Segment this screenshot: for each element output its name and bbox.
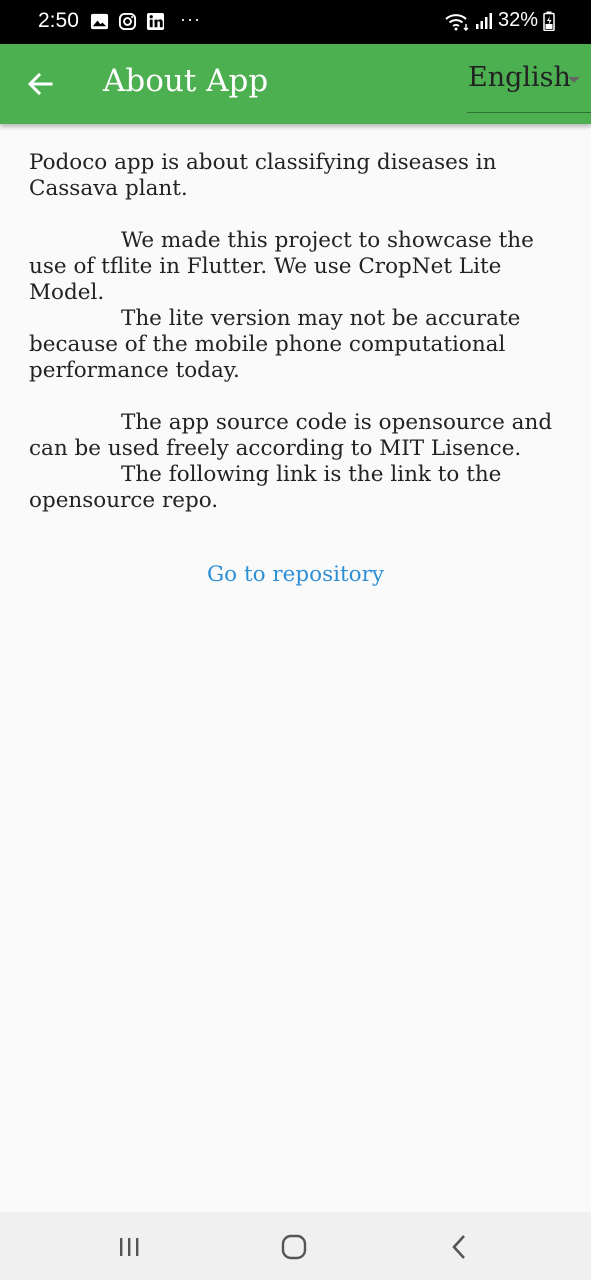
project-paragraph: We made this project to showcase the use… [29, 228, 569, 306]
signal-icon [475, 12, 492, 29]
battery-percent: 32% [497, 9, 538, 31]
license-text: The app source code is opensource and ca… [29, 410, 553, 461]
status-bar: 2:50 ··· 32% [0, 0, 591, 44]
linkedin-icon [146, 12, 165, 31]
link-intro-paragraph: The following link is the link to the op… [29, 462, 569, 514]
system-back-button[interactable] [440, 1232, 480, 1262]
navigation-bar [0, 1212, 591, 1280]
language-dropdown[interactable]: English [467, 58, 591, 113]
dropdown-caret-icon [568, 77, 580, 83]
recents-icon [120, 1238, 139, 1256]
page-title: About App [103, 63, 269, 99]
home-icon [281, 1234, 307, 1260]
system-status: 32% [444, 9, 555, 32]
notification-icons: ··· [90, 9, 201, 31]
instagram-icon [118, 12, 137, 31]
language-selected: English [468, 62, 571, 93]
about-content: Podoco app is about classifying diseases… [29, 150, 569, 514]
app-bar: About App English [0, 44, 591, 124]
back-icon [452, 1235, 465, 1259]
lite-paragraph: The lite version may not be accurate bec… [29, 306, 569, 384]
license-paragraph: The app source code is opensource and ca… [29, 410, 569, 462]
intro-paragraph: Podoco app is about classifying diseases… [29, 150, 497, 201]
wifi-icon [445, 13, 469, 31]
link-intro-text: The following link is the link to the op… [29, 462, 502, 513]
lite-text: The lite version may not be accurate bec… [29, 306, 521, 383]
more-icon: ··· [180, 9, 201, 29]
back-button[interactable] [20, 64, 60, 104]
battery-icon [543, 11, 555, 31]
home-button[interactable] [274, 1232, 314, 1262]
project-text: We made this project to showcase the use… [29, 228, 534, 305]
arrow-left-icon [27, 72, 53, 96]
gallery-icon [90, 13, 109, 30]
repository-link[interactable]: Go to repository [0, 562, 591, 587]
recents-button[interactable] [109, 1232, 149, 1262]
status-time: 2:50 [38, 9, 79, 32]
